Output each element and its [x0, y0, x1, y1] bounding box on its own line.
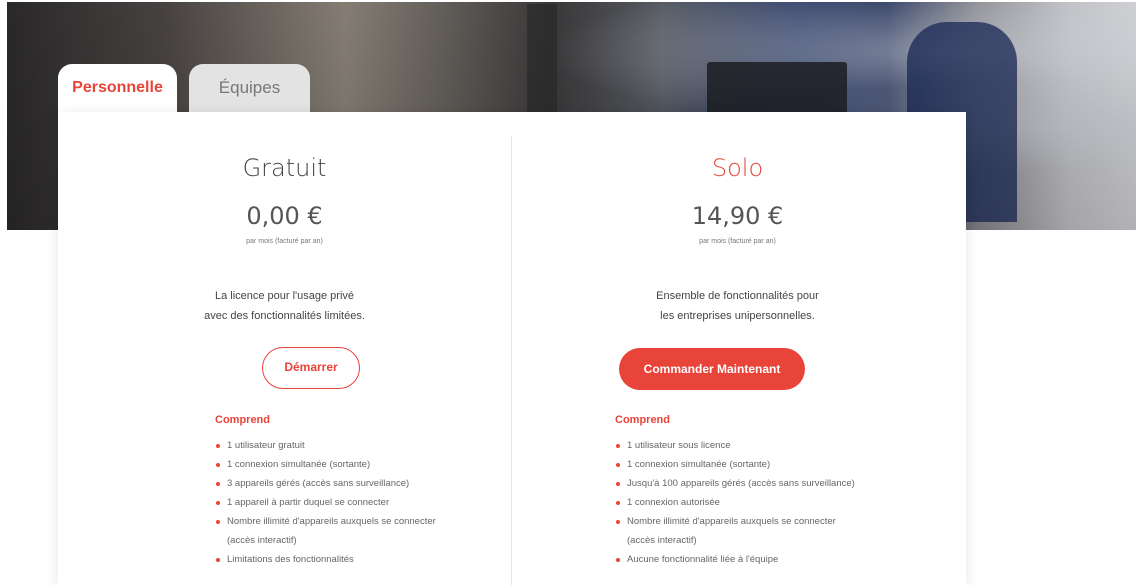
- feature-item: 1 connexion autorisée: [615, 493, 905, 512]
- feature-list: 1 utilisateur sous licence 1 connexion s…: [615, 436, 905, 569]
- start-button[interactable]: Démarrer: [262, 347, 360, 389]
- includes-title: Comprend: [615, 414, 670, 426]
- plan-name: Gratuit: [242, 154, 327, 182]
- feature-item: Limitations des fonctionnalités: [215, 550, 505, 569]
- plan-period: par mois (facturé par an): [246, 238, 323, 245]
- feature-item: 1 connexion simultanée (sortante): [215, 455, 505, 474]
- plan-description-line: les entreprises unipersonnelles.: [660, 310, 815, 322]
- feature-item: 1 utilisateur sous licence: [615, 436, 905, 455]
- plan-description-line: La licence pour l'usage privé: [214, 290, 355, 302]
- pricing-card: Gratuit 0,00 € par mois (facturé par an)…: [58, 112, 966, 585]
- feature-item: (accès interactif): [227, 535, 297, 546]
- plan-description: La licence pour l'usage privé avec des f…: [58, 286, 511, 326]
- hero-machine-shape: [527, 4, 557, 114]
- feature-item: 1 appareil à partir duquel se connecter: [215, 493, 505, 512]
- feature-item: Nombre illimité d'appareils auxquels se …: [615, 512, 905, 531]
- hero-laptop-shape: [707, 62, 847, 117]
- plan-description-line: Ensemble de fonctionnalités pour: [656, 290, 819, 302]
- feature-list: 1 utilisateur gratuit 1 connexion simult…: [215, 436, 505, 569]
- tab-personnelle[interactable]: Personnelle: [58, 64, 177, 114]
- plan-description-line: avec des fonctionnalités limitées.: [204, 310, 365, 322]
- feature-item: Aucune fonctionnalité liée à l'équipe: [615, 550, 905, 569]
- plan-price: 14,90 €: [691, 202, 784, 230]
- feature-item: 3 appareils gérés (accès sans surveillan…: [215, 474, 505, 493]
- order-now-button[interactable]: Commander Maintenant: [619, 348, 805, 390]
- plan-description: Ensemble de fonctionnalités pour les ent…: [511, 286, 964, 326]
- plan-name: Solo: [711, 154, 764, 182]
- feature-item: (accès interactif): [627, 535, 697, 546]
- feature-item: 1 utilisateur gratuit: [215, 436, 505, 455]
- includes-title: Comprend: [215, 414, 270, 426]
- feature-item: Nombre illimité d'appareils auxquels se …: [215, 512, 505, 531]
- feature-item: 1 connexion simultanée (sortante): [615, 455, 905, 474]
- plan-period: par mois (facturé par an): [699, 238, 776, 245]
- feature-item: Jusqu'à 100 appareils gérés (accès sans …: [615, 474, 905, 493]
- tab-equipes[interactable]: Équipes: [189, 64, 310, 112]
- plan-price: 0,00 €: [246, 202, 323, 230]
